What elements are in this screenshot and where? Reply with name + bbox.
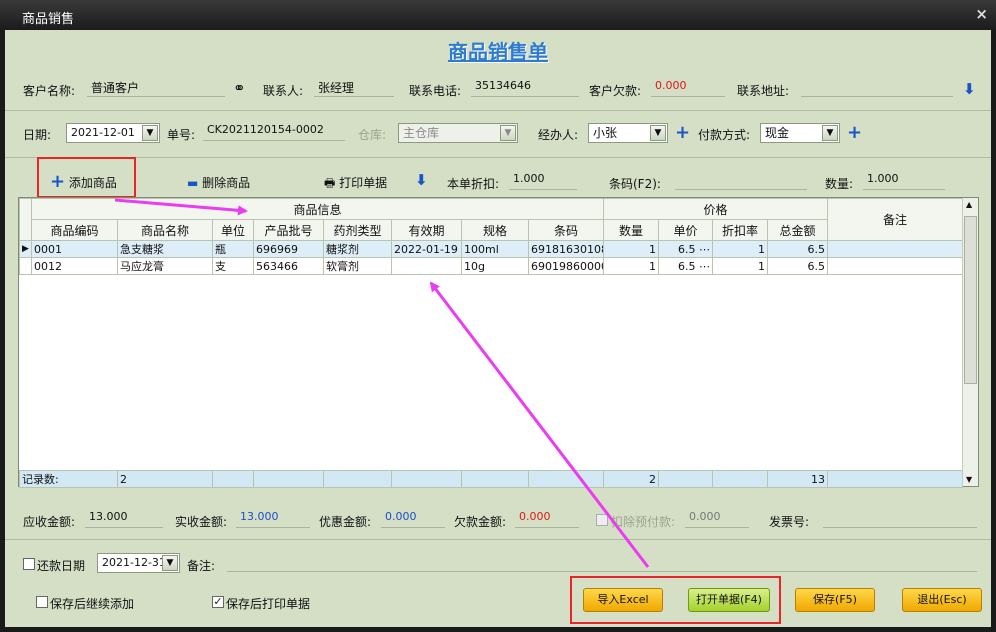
annotation-arrows	[114, 198, 650, 568]
annotation-arrow	[429, 281, 650, 568]
annotation-arrow	[114, 198, 248, 216]
